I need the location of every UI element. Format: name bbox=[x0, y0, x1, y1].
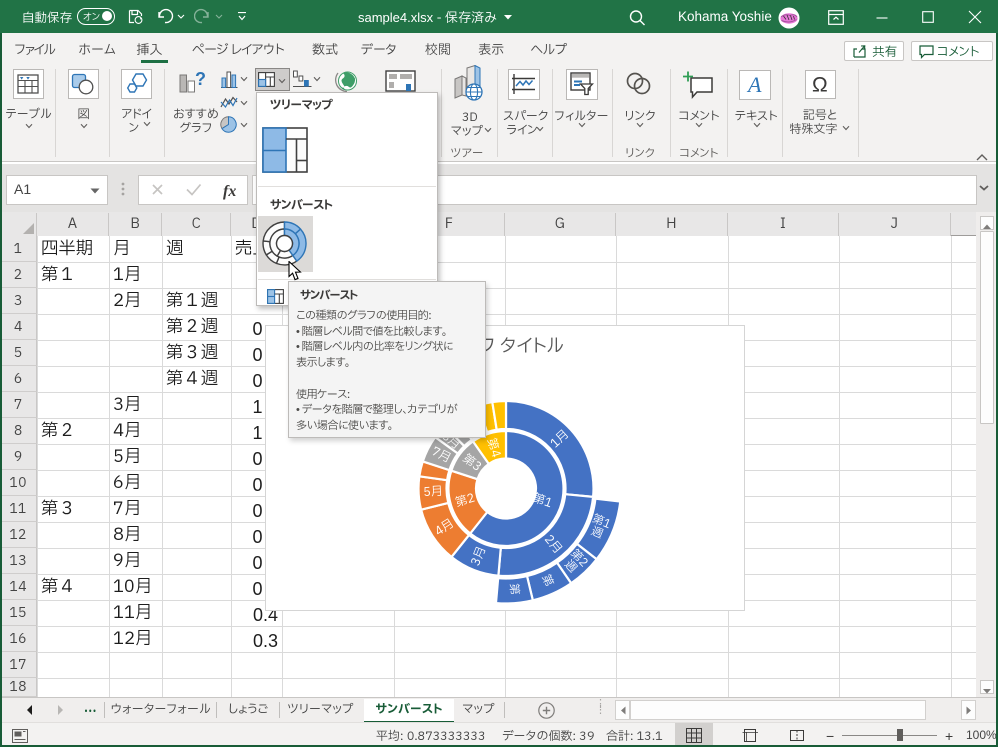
svg-text:第: 第 bbox=[504, 583, 522, 596]
svg-text:Ω: Ω bbox=[812, 74, 828, 97]
svg-text:5月: 5月 bbox=[423, 483, 443, 502]
svg-text:fx: fx bbox=[223, 183, 236, 200]
svg-text:A: A bbox=[746, 72, 762, 97]
svg-text:?: ? bbox=[195, 70, 206, 89]
